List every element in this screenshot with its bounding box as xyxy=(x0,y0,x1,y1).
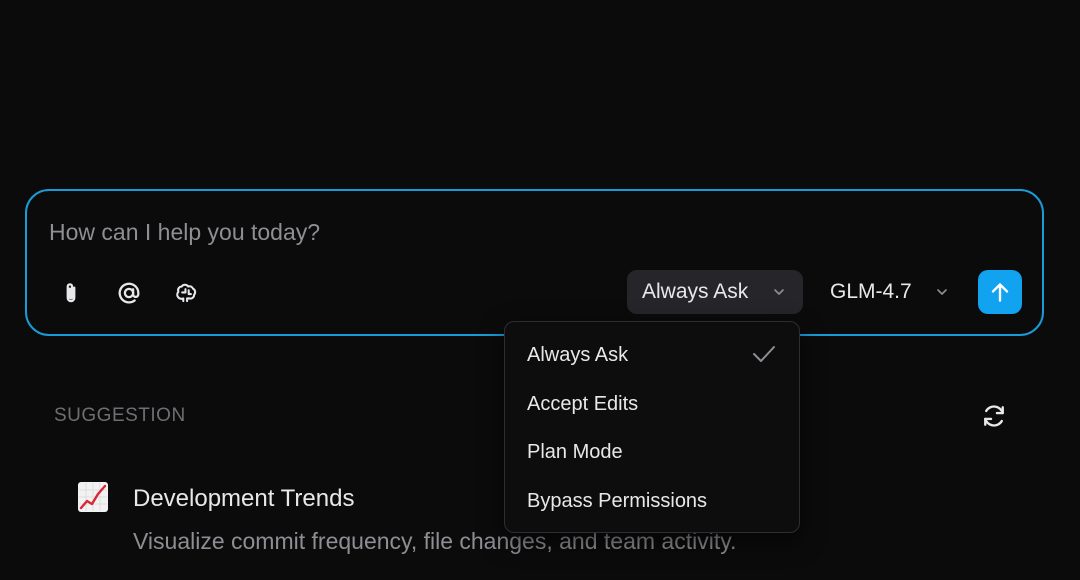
menu-item-label: Bypass Permissions xyxy=(527,489,708,512)
brain-icon xyxy=(176,283,197,303)
model-select[interactable]: GLM-4.7 xyxy=(820,270,960,314)
mention-button[interactable] xyxy=(111,275,147,311)
composer: Always Ask GLM-4.7 xyxy=(25,189,1044,336)
menu-item-label: Accept Edits xyxy=(527,392,639,415)
arrow-up-icon xyxy=(991,283,1009,302)
menu-item-always-ask[interactable]: Always Ask xyxy=(505,331,799,379)
thinking-button[interactable] xyxy=(168,275,204,311)
at-sign-icon xyxy=(118,282,140,304)
chevron-down-icon xyxy=(937,289,947,295)
menu-item-accept-edits[interactable]: Accept Edits xyxy=(505,380,799,428)
menu-item-bypass-permissions[interactable]: Bypass Permissions xyxy=(505,477,799,525)
refresh-suggestions-button[interactable] xyxy=(977,399,1011,433)
chevron-down-icon xyxy=(774,289,784,295)
refresh-icon xyxy=(984,405,1004,427)
page: Always Ask GLM-4.7 Always Ask Accept E xyxy=(0,0,1080,580)
suggestions-header: SUGGESTION xyxy=(54,405,186,426)
attach-button[interactable] xyxy=(53,275,89,311)
menu-item-label: Plan Mode xyxy=(527,440,623,463)
chart-increasing-icon xyxy=(78,482,108,512)
prompt-input[interactable] xyxy=(49,217,949,247)
menu-item-plan-mode[interactable]: Plan Mode xyxy=(505,428,799,476)
checkmark-icon xyxy=(753,346,775,362)
suggestion-title: Development Trends xyxy=(133,485,355,512)
menu-item-label: Always Ask xyxy=(527,343,629,366)
permission-mode-label: Always Ask xyxy=(642,280,749,303)
permission-mode-menu: Always Ask Accept Edits Plan Mode Bypass… xyxy=(504,321,800,533)
permission-mode-select[interactable]: Always Ask xyxy=(627,270,803,314)
paperclip-icon xyxy=(66,283,76,303)
model-label: GLM-4.7 xyxy=(830,280,912,303)
send-button[interactable] xyxy=(978,270,1022,314)
